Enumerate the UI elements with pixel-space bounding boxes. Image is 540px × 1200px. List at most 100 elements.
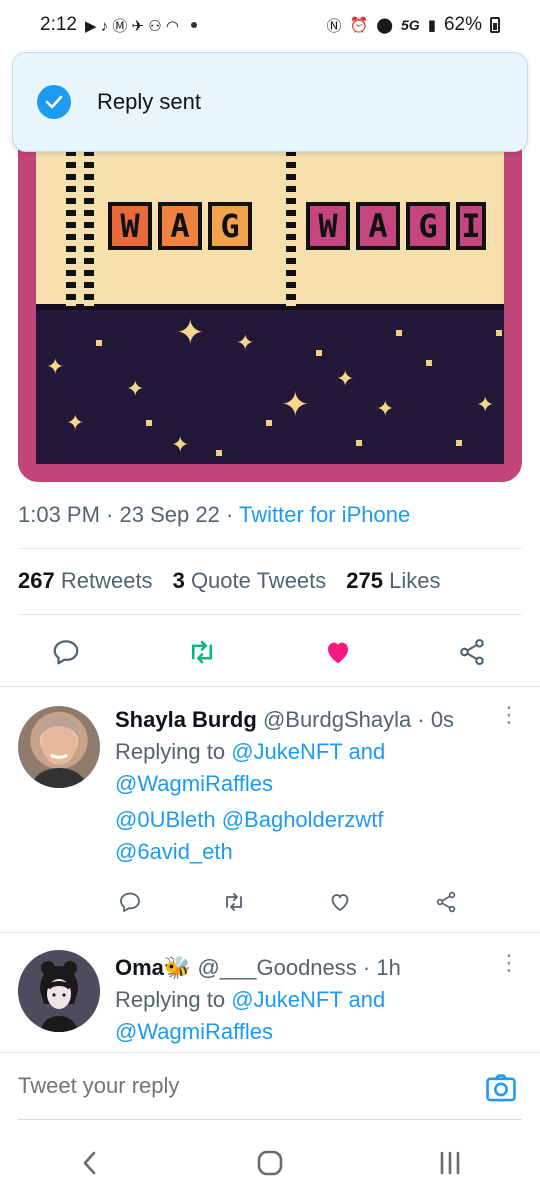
quote-tweets-stat[interactable]: 3 Quote Tweets [173, 568, 327, 594]
and-text: and [348, 987, 386, 1012]
reply-icon [120, 892, 140, 912]
replying-to-label: Replying to [115, 739, 226, 764]
pixel-star [426, 360, 432, 366]
nft-artwork: W A G W A G I ✦ ✦ ✦ ✦ ✦ ✦ ✦ ✦ ✦ ✦ [36, 120, 504, 464]
notification-icons: ▶ ♪ Ⓜ ✈ ⚇ ◠ [84, 17, 179, 35]
alarm-icon: ⏰ [349, 17, 369, 34]
quote-tweets-count: 3 [172, 568, 185, 593]
share-button[interactable] [452, 630, 492, 674]
reply-button[interactable] [46, 630, 86, 674]
retweets-label: Retweets [60, 568, 153, 593]
back-button[interactable] [60, 1133, 120, 1193]
share-button[interactable] [428, 884, 464, 920]
meta-separator: · [106, 502, 114, 527]
reply-body: Shayla Burdg @BurdgShayla · 0s Replying … [115, 704, 520, 868]
like-button[interactable] [322, 884, 358, 920]
avatar[interactable] [18, 706, 100, 788]
sparkle: ✦ [176, 314, 205, 352]
retweets-count: 267 [18, 568, 55, 593]
reply-actions [0, 884, 540, 924]
reply-tweet[interactable]: Oma🐝 @___Goodness · 1h Replying to @Juke… [0, 948, 540, 1052]
nfc-icon: Ⓝ [326, 17, 342, 35]
mention-links[interactable]: @0UBleth @Bagholderzwtf [115, 807, 383, 832]
share-icon [460, 638, 484, 666]
meta-separator: · [225, 502, 234, 527]
sparkle: ✦ [126, 376, 145, 401]
reply-author-name[interactable]: Oma [115, 955, 164, 980]
divider [18, 548, 522, 549]
battery-percent: 62% [443, 14, 482, 35]
reply-icon [53, 640, 79, 665]
reply-button[interactable] [112, 884, 148, 920]
camera-button[interactable] [484, 1071, 520, 1107]
pixel-star [496, 330, 502, 336]
avatar[interactable] [18, 950, 100, 1032]
mention-link[interactable]: @JukeNFT [231, 739, 342, 764]
toast-message: Reply sent [97, 89, 201, 114]
recents-icon [440, 1151, 460, 1174]
reply-sent-toast[interactable]: Reply sent [12, 52, 528, 152]
pixel-star [456, 440, 462, 446]
tweet-date[interactable]: 23 Sep 22 [120, 502, 220, 527]
retweet-icon [192, 640, 212, 664]
quote-tweets-label: Quote Tweets [190, 568, 327, 593]
heart-filled-icon [328, 642, 348, 664]
retweet-button[interactable] [216, 884, 252, 920]
reply-author-name[interactable]: Shayla Burdg [115, 707, 257, 732]
likes-label: Likes [389, 568, 441, 593]
divider [0, 686, 540, 687]
pixel-star [266, 420, 272, 426]
location-icon: ⬤ [376, 17, 394, 34]
bee-emoji: 🐝 [163, 955, 192, 980]
retweet-button[interactable] [182, 630, 222, 674]
mention-link[interactable]: @6avid_eth [115, 839, 233, 864]
tweet-media-image[interactable]: W A G W A G I ✦ ✦ ✦ ✦ ✦ ✦ ✦ ✦ ✦ ✦ [18, 120, 522, 482]
network-label: 5G [401, 17, 420, 33]
battery-icon [490, 17, 500, 33]
tweet-time: 1:03 PM [18, 502, 100, 527]
pixel-star [316, 350, 322, 356]
wag-letter: W [306, 202, 350, 250]
like-button[interactable] [318, 630, 358, 674]
sparkle: ✦ [376, 396, 395, 421]
home-icon [257, 1150, 283, 1175]
reply-age: · 0s [417, 707, 455, 732]
sparkle: ✦ [171, 432, 190, 457]
more-options-icon[interactable]: ⋮ [498, 950, 520, 976]
wag-letter: W [108, 202, 152, 250]
pixel-star [356, 440, 362, 446]
more-notifications-icon [190, 22, 197, 28]
camera-icon [486, 1074, 516, 1102]
wag-letter: G [406, 202, 450, 250]
mention-link[interactable]: @WagmiRaffles [115, 771, 273, 796]
wag-letter: G [208, 202, 252, 250]
likes-stat[interactable]: 275 Likes [346, 568, 440, 594]
sparkle: ✦ [66, 410, 85, 435]
mention-link[interactable]: @WagmiRaffles [115, 1019, 273, 1044]
reply-author-handle[interactable]: @BurdgShayla [263, 707, 411, 732]
mention-link[interactable]: @JukeNFT [231, 987, 342, 1012]
reply-tweet[interactable]: Shayla Burdg @BurdgShayla · 0s Replying … [0, 700, 540, 930]
banner-seam [66, 150, 76, 310]
check-circle-icon [37, 85, 71, 119]
chevron-left-icon [83, 1151, 96, 1174]
pixel-star [216, 450, 222, 456]
banner-seam [286, 150, 296, 310]
more-options-icon[interactable]: ⋮ [498, 702, 520, 728]
reply-age: · 1h [362, 955, 401, 980]
retweets-stat[interactable]: 267 Retweets [18, 568, 153, 594]
tweet-actions [0, 630, 540, 676]
tweet-reply-input[interactable] [18, 1073, 418, 1099]
pixel-star [96, 340, 102, 346]
reply-composer [0, 1052, 540, 1122]
home-button[interactable] [240, 1133, 300, 1193]
retweet-icon [226, 893, 242, 911]
recents-button[interactable] [420, 1133, 480, 1193]
sparkle: ✦ [281, 386, 310, 424]
sparkle: ✦ [236, 330, 255, 355]
reply-author-handle[interactable]: @___Goodness [197, 955, 356, 980]
reply-body: Oma🐝 @___Goodness · 1h Replying to @Juke… [115, 952, 520, 1048]
pixel-star [396, 330, 402, 336]
divider [0, 932, 540, 933]
tweet-source-link[interactable]: Twitter for iPhone [239, 502, 410, 527]
